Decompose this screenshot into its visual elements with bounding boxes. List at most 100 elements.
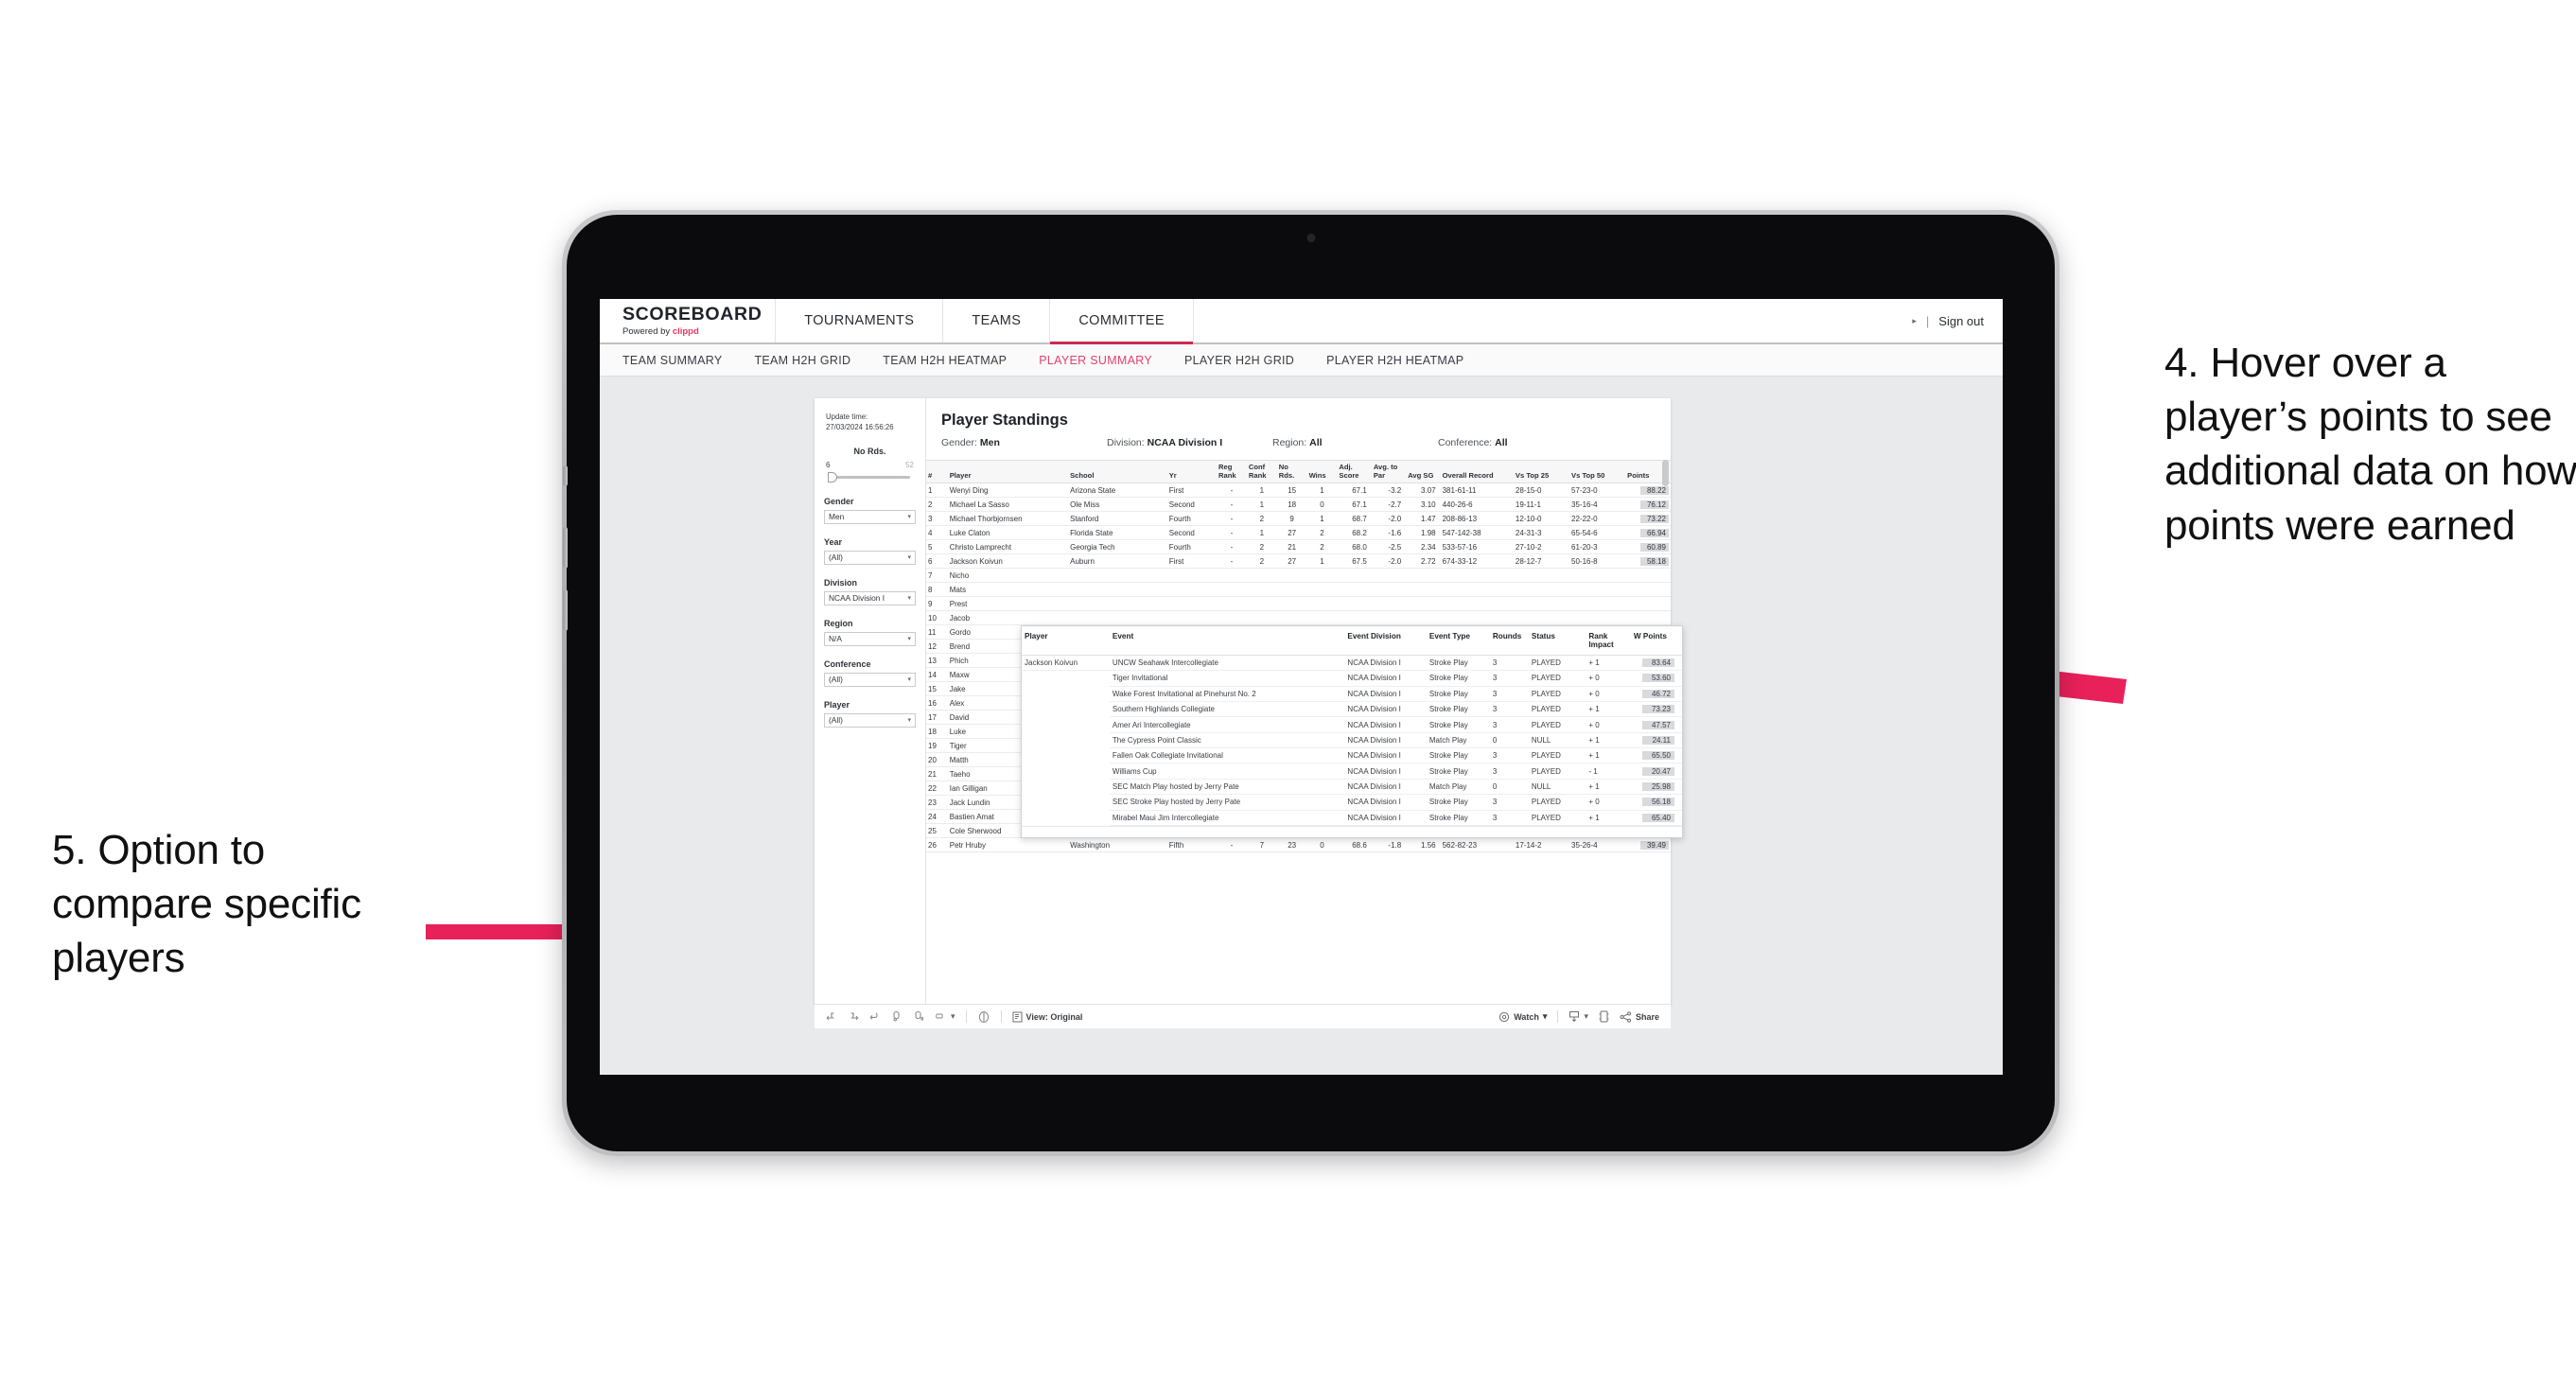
device-button-power[interactable] — [563, 465, 568, 486]
device-preview-icon[interactable] — [1599, 1010, 1609, 1023]
filter-year-select[interactable]: (All) ▾ — [824, 550, 916, 565]
points-value[interactable]: 66.94 — [1640, 528, 1669, 537]
pause-auto-update-icon[interactable] — [977, 1010, 990, 1024]
col-yr[interactable]: Yr — [1166, 460, 1218, 483]
cell-wins: 2 — [1306, 525, 1338, 540]
tooltip-cell-status: NULL — [1528, 779, 1586, 796]
col-wins[interactable]: Wins — [1306, 460, 1338, 483]
filter-player-select[interactable]: (All) ▾ — [824, 712, 916, 728]
table-row[interactable]: 7 Nicho — [926, 568, 1671, 583]
table-row[interactable]: 3 Michael Thorbjornsen Stanford Fourth -2 9 1 6… — [926, 511, 1671, 526]
col-vs-top-25[interactable]: Vs Top 25 — [1513, 460, 1570, 483]
table-row[interactable]: 10 Jacob — [926, 610, 1671, 625]
table-row[interactable]: 6 Jackson Koivun Auburn First -2 27 1 67.5 -2.0 2… — [926, 553, 1671, 569]
chevron-down-icon: ▾ — [907, 636, 911, 643]
watch-button[interactable]: Watch ▾ — [1498, 1011, 1547, 1023]
filter-region-select[interactable]: N/A ▾ — [824, 631, 916, 646]
cell-wins: 0 — [1306, 497, 1338, 512]
table-row[interactable]: 26 Petr Hruby Washington Fifth -7 23 0 68.6 -1.8… — [926, 837, 1671, 852]
col-avg-sg[interactable]: Avg SG — [1406, 460, 1441, 483]
cell-school — [1068, 596, 1167, 611]
device-button-volume-up[interactable] — [563, 527, 568, 569]
filter-gender-select[interactable]: Men ▾ — [824, 509, 916, 524]
nav-item-tournaments[interactable]: TOURNAMENTS — [776, 299, 944, 342]
download-icon[interactable]: ▾ — [1568, 1010, 1588, 1023]
no-rounds-slider[interactable]: No Rds. 6 52 — [824, 447, 916, 497]
col-overall-record[interactable]: Overall Record — [1440, 460, 1514, 483]
subnav-item-player-h2h-heatmap[interactable]: PLAYER H2H HEATMAP — [1326, 354, 1463, 367]
cell-points[interactable]: 60.89 — [1625, 539, 1671, 554]
watch-caret-icon[interactable]: ▾ — [1543, 1011, 1548, 1022]
revert-icon[interactable] — [869, 1011, 881, 1023]
col-player[interactable]: Player — [947, 460, 1069, 483]
points-value[interactable]: 58.18 — [1640, 556, 1669, 566]
table-row[interactable]: 8 Mats — [926, 582, 1671, 597]
tooltip-cell-player — [1022, 701, 1110, 716]
slider-track[interactable] — [824, 471, 916, 482]
points-value[interactable]: 88.22 — [1640, 485, 1669, 495]
view-original-button[interactable]: View: Original — [1012, 1011, 1082, 1023]
cell-points[interactable] — [1625, 596, 1671, 611]
table-row[interactable]: 2 Michael La Sasso Ole Miss Second -1 18 0 67.1… — [926, 497, 1671, 512]
slider-handle[interactable] — [828, 471, 837, 482]
refresh-icon[interactable] — [891, 1010, 902, 1023]
subnav-item-team-h2h-heatmap[interactable]: TEAM H2H HEATMAP — [883, 354, 1007, 367]
cell-points[interactable]: 66.94 — [1625, 525, 1671, 540]
col-school[interactable]: School — [1068, 460, 1167, 483]
cell-reg-rank: - — [1217, 497, 1247, 512]
cell-rank: 16 — [926, 695, 948, 711]
points-value[interactable]: 76.12 — [1640, 500, 1669, 509]
subnav-item-team-summary[interactable]: TEAM SUMMARY — [622, 354, 722, 367]
cell-points[interactable] — [1625, 568, 1671, 583]
cell-points[interactable]: 76.12 — [1625, 497, 1671, 512]
tableau-toolbar: ▾ View: Original Watch ▾ ▾ Share — [815, 1004, 1671, 1028]
filter-division-select[interactable]: NCAA Division I ▾ — [824, 590, 916, 605]
nav-item-committee[interactable]: COMMITTEE — [1050, 299, 1194, 344]
nav-item-teams[interactable]: TEAMS — [943, 299, 1051, 342]
cell-avg-to-par: -2.5 — [1371, 539, 1407, 554]
undo-icon[interactable] — [826, 1011, 837, 1023]
cell-points[interactable] — [1625, 582, 1671, 597]
points-value[interactable]: 39.49 — [1640, 840, 1669, 850]
download-caret-icon[interactable]: ▾ — [1584, 1011, 1588, 1022]
tooltip-table-body: Jackson Koivun UNCW Seahawk Intercollegia… — [1022, 655, 1682, 826]
sign-out-link[interactable]: Sign out — [1938, 314, 1984, 328]
cell-points[interactable]: 73.22 — [1625, 511, 1671, 526]
col-reg-rank[interactable]: Reg Rank — [1217, 460, 1247, 483]
tooltip-cell-status: PLAYED — [1528, 794, 1586, 811]
table-row[interactable]: 5 Christo Lamprecht Georgia Tech Fourth -2 21… — [926, 539, 1671, 554]
pause-updates-icon[interactable] — [913, 1010, 924, 1023]
toolbar-divider-3 — [1557, 1010, 1559, 1023]
subnav-item-player-summary[interactable]: PLAYER SUMMARY — [1039, 354, 1152, 367]
filter-conference-select[interactable]: (All) ▾ — [824, 672, 916, 687]
table-row[interactable]: 1 Wenyi Ding Arizona State First -1 15 1 67.1 -3… — [926, 482, 1671, 498]
filter-region-value: N/A — [829, 634, 842, 644]
cell-points[interactable]: 58.18 — [1625, 553, 1671, 569]
alert-icon[interactable]: ▾ — [935, 1011, 955, 1023]
points-value[interactable]: 73.22 — [1640, 514, 1669, 523]
points-value[interactable]: 60.89 — [1640, 542, 1669, 552]
standings-vertical-scrollbar[interactable] — [1662, 460, 1669, 486]
cell-adj-score: 67.1 — [1337, 482, 1372, 498]
brand-logo[interactable]: SCOREBOARD Powered by clippd — [600, 299, 777, 342]
cell-points[interactable]: 39.49 — [1625, 837, 1671, 852]
tooltip-cell-w-points: 65.50 — [1630, 747, 1682, 764]
table-row[interactable]: 9 Prest — [926, 596, 1671, 611]
cell-yr: First — [1166, 553, 1218, 569]
tooltip-cell-event: Mirabel Maui Jim Intercollegiate — [1109, 810, 1345, 826]
redo-icon[interactable] — [848, 1011, 859, 1023]
col-rank[interactable]: # — [926, 460, 948, 483]
col-conf-rank[interactable]: Conf Rank — [1246, 460, 1277, 483]
col-no-rds[interactable]: No Rds. — [1276, 460, 1307, 483]
col-adj-score[interactable]: Adj. Score — [1337, 460, 1372, 483]
cell-points[interactable] — [1625, 610, 1671, 625]
col-vs-top-50[interactable]: Vs Top 50 — [1569, 460, 1626, 483]
col-avg-to-par[interactable]: Avg. to Par — [1371, 460, 1407, 483]
device-button-volume-down[interactable] — [563, 589, 568, 631]
alert-caret-icon[interactable]: ▾ — [951, 1011, 955, 1022]
share-button[interactable]: Share — [1620, 1010, 1659, 1023]
subnav-item-team-h2h-grid[interactable]: TEAM H2H GRID — [754, 354, 850, 367]
table-row[interactable]: 4 Luke Claton Florida State Second -1 27 2 68.2… — [926, 525, 1671, 540]
cell-vs-top-25: 28-15-0 — [1513, 482, 1570, 498]
subnav-item-player-h2h-grid[interactable]: PLAYER H2H GRID — [1184, 354, 1294, 367]
